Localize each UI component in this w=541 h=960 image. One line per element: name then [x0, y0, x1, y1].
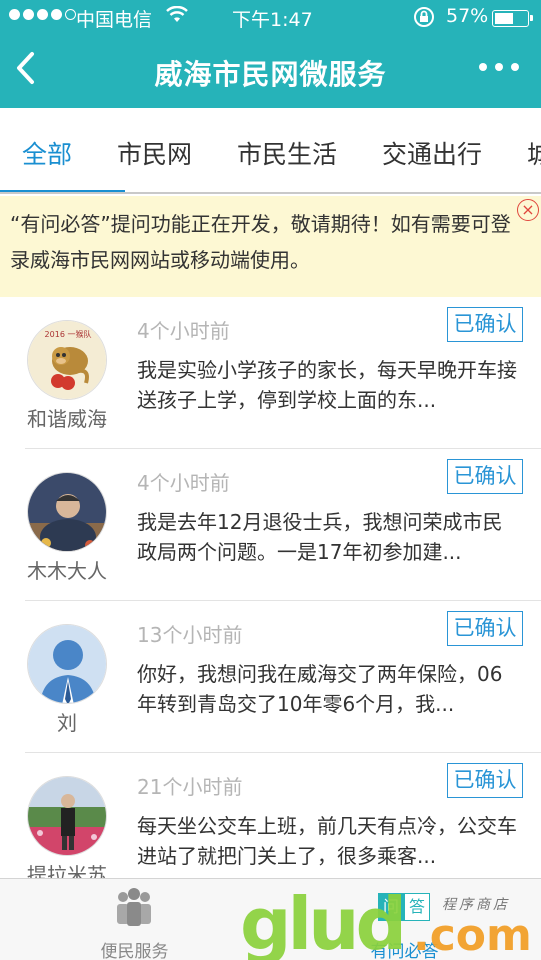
user-name: 和谐威海	[27, 407, 107, 431]
avatar	[27, 472, 107, 552]
tab-all[interactable]: 全部	[22, 135, 72, 171]
tab-label: 便民服务	[100, 942, 169, 960]
status-bar: 中国电信 下午1:47 57%	[0, 0, 541, 36]
user-name: 刘	[57, 711, 77, 735]
status-badge[interactable]: 已确认	[447, 611, 523, 646]
question-list: 2016 一猴队 和谐威海 4个小时前 已确认 我是实验小学孩子的家长，每天早晚…	[0, 297, 541, 905]
wifi-icon	[166, 5, 188, 29]
close-notice-button[interactable]: ×	[517, 199, 539, 221]
active-tab-indicator	[0, 190, 125, 192]
status-badge[interactable]: 已确认	[447, 307, 523, 342]
default-user-icon	[28, 625, 106, 703]
more-dots-icon	[479, 63, 487, 71]
clock: 下午1:47	[232, 9, 313, 31]
battery-icon	[492, 10, 533, 27]
question-text: 我是去年12月退役士兵，我想问荣成市民政局两个问题。一是17年初参加建...	[137, 510, 503, 564]
question-text: 我是实验小学孩子的家长，每天早晚开车接送孩子上学，停到学校上面的东...	[137, 358, 517, 412]
tab-label: 有问必答	[370, 942, 439, 960]
close-circle-icon: ×	[521, 200, 535, 219]
time-ago: 4个小时前	[137, 471, 230, 495]
carrier-name: 中国电信	[76, 9, 153, 31]
tab-citizen-life[interactable]: 市民生活	[237, 135, 337, 171]
time-ago: 21个小时前	[137, 775, 243, 799]
qa-bubble-icon: 问 答	[378, 893, 430, 923]
rotation-lock-icon	[413, 6, 435, 33]
list-item[interactable]: 2016 一猴队 和谐威海 4个小时前 已确认 我是实验小学孩子的家长，每天早晚…	[25, 297, 541, 449]
question-text: 你好，我想问我在威海交了两年保险，06年转到青岛交了10年零6个月，我...	[137, 662, 503, 716]
tab-transport[interactable]: 交通出行	[382, 135, 482, 171]
avatar: 2016 一猴队	[27, 320, 107, 400]
tab-convenience-services[interactable]: 便民服务	[67, 879, 202, 960]
battery-percent: 57%	[446, 5, 489, 27]
navigation-bar: 威海市民网微服务	[0, 36, 541, 108]
signal-strength-icon	[9, 9, 76, 20]
category-tabs: 全部 市民网 市民生活 交通出行 城	[0, 108, 541, 194]
people-icon	[117, 888, 151, 926]
status-badge[interactable]: 已确认	[447, 459, 523, 494]
avatar-caption: 2016 一猴队	[45, 329, 92, 339]
list-item[interactable]: 刘 13个小时前 已确认 你好，我想问我在威海交了两年保险，06年转到青岛交了1…	[25, 601, 541, 753]
user-name: 木木大人	[27, 559, 107, 583]
time-ago: 13个小时前	[137, 623, 243, 647]
list-item[interactable]: 木木大人 4个小时前 已确认 我是去年12月退役士兵，我想问荣成市民政局两个问题…	[25, 449, 541, 601]
page-title: 威海市民网微服务	[154, 58, 387, 91]
question-text: 每天坐公交车上班，前几天有点冷，公交车进站了就把门关上了，很多乘客...	[137, 814, 517, 868]
notice-text: “有问必答”提问功能正在开发，敬请期待！如有需要可登录威海市民网网站或移动端使用…	[10, 212, 511, 272]
bottom-tab-bar: 便民服务 问 答 有问必答	[0, 878, 541, 960]
avatar	[27, 776, 107, 856]
notice-banner: “有问必答”提问功能正在开发，敬请期待！如有需要可登录威海市民网网站或移动端使用…	[0, 196, 541, 297]
status-badge[interactable]: 已确认	[447, 763, 523, 798]
tab-qa[interactable]: 问 答 有问必答	[337, 879, 472, 960]
time-ago: 4个小时前	[137, 319, 230, 343]
avatar	[27, 624, 107, 704]
tab-citizen-net[interactable]: 市民网	[117, 135, 192, 171]
more-button[interactable]	[479, 53, 519, 81]
tab-city[interactable]: 城	[527, 135, 541, 171]
